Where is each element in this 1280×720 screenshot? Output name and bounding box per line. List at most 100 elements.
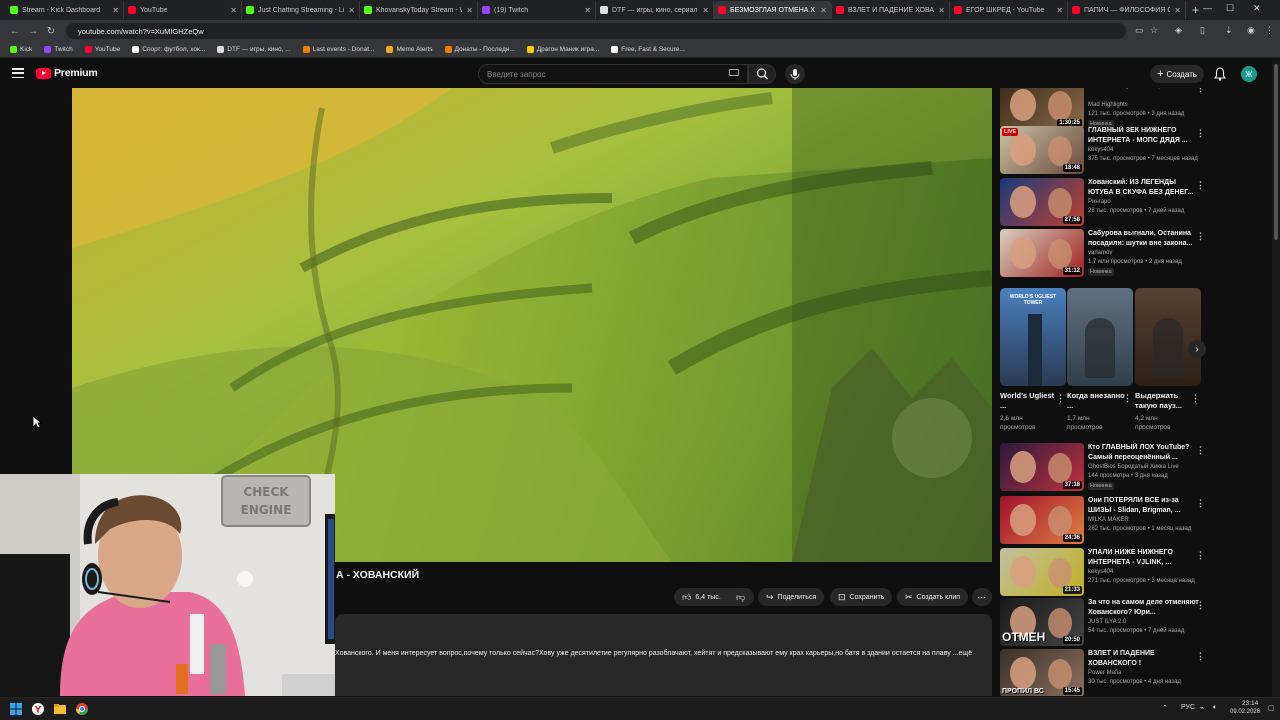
browser-tab[interactable]: ПАПИЧ — ФИЛОСОФИЯ СК ✕ bbox=[1068, 1, 1186, 19]
short-title[interactable]: World's Ugliest ... bbox=[1000, 391, 1060, 411]
maximize-button[interactable]: ☐ bbox=[1226, 3, 1234, 14]
video-thumbnail[interactable]: 21:33 bbox=[1000, 548, 1084, 596]
video-title[interactable]: ВЗЛЕТ И ПАДЕНИЕ ХОВАНСКОГО ! bbox=[1088, 649, 1200, 668]
browser-tab[interactable]: БЕЗМОЗГЛАЯ ОТМЕНА Х ✕ bbox=[714, 1, 832, 19]
video-title[interactable]: УПАЛИ НИЖЕ НИЖНЕГО ИНТЕРНЕТА - VJLINK, .… bbox=[1088, 548, 1200, 567]
menu-kebab-icon[interactable]: ⋮ bbox=[1265, 25, 1274, 36]
address-bar[interactable]: youtube.com/watch?v=XuMIGHZeQw bbox=[66, 23, 1126, 39]
bell-icon[interactable] bbox=[1214, 67, 1226, 81]
cast-icon[interactable]: ▭ bbox=[1135, 25, 1144, 36]
more-icon[interactable]: ⋮ bbox=[1196, 128, 1205, 139]
recommended-video[interactable]: 27:58 Хованский: ИЗ ЛЕГЕНДЫ ЮТУБА В СКУФА… bbox=[1000, 178, 1210, 228]
share-button[interactable]: ↪ Поделиться bbox=[758, 588, 825, 606]
bookmark-item[interactable]: Free, Fast & Secure... bbox=[607, 46, 689, 53]
tab-close-icon[interactable]: ✕ bbox=[820, 6, 827, 15]
short-thumbnail[interactable] bbox=[1135, 288, 1201, 386]
clock-date[interactable]: 09.02.2026 bbox=[1230, 709, 1260, 715]
tray-chevron-icon[interactable]: ⌃ bbox=[1162, 704, 1168, 712]
channel-name[interactable]: varlamov bbox=[1088, 250, 1112, 256]
channel-name[interactable]: JUST ILYA 2.0 bbox=[1088, 619, 1126, 625]
bookmark-item[interactable]: Twitch bbox=[40, 46, 76, 53]
recommended-video[interactable]: 21:33 УПАЛИ НИЖЕ НИЖНЕГО ИНТЕРНЕТА - VJLI… bbox=[1000, 548, 1210, 598]
browser-tab[interactable]: KhovanskyToday Stream - Wa ✕ bbox=[360, 1, 478, 19]
video-title[interactable]: ГЛАВНЫЙ ЗЕК НИЖНЕГО ИНТЕРНЕТА - МОПС ДЯД… bbox=[1088, 126, 1200, 145]
clock-time[interactable]: 23:14 bbox=[1242, 700, 1258, 707]
search-button[interactable] bbox=[748, 64, 776, 84]
more-icon[interactable]: ⋮ bbox=[1123, 393, 1132, 404]
channel-name[interactable]: MILKA MAKER bbox=[1088, 517, 1129, 523]
short-title[interactable]: Когда внезапно ... bbox=[1067, 391, 1127, 411]
reload-button[interactable]: ↻ bbox=[42, 26, 60, 37]
more-icon[interactable]: ⋮ bbox=[1196, 651, 1205, 662]
recommended-video[interactable]: 24:36 Они ПОТЕРЯЛИ ВСЕ из-за ШИЗЫ - Slida… bbox=[1000, 496, 1210, 546]
channel-name[interactable]: Mad Highlights bbox=[1088, 102, 1128, 108]
bookmark-item[interactable]: YouTube bbox=[81, 46, 125, 53]
close-window-button[interactable]: ✕ bbox=[1253, 3, 1261, 14]
file-explorer-icon[interactable] bbox=[53, 702, 67, 716]
tab-close-icon[interactable]: ✕ bbox=[702, 6, 709, 15]
video-thumbnail[interactable]: 24:36 bbox=[1000, 496, 1084, 544]
save-button[interactable]: ⊡ Сохранить bbox=[830, 588, 893, 606]
video-title[interactable]: Хованский: ИЗ ЛЕГЕНДЫ ЮТУБА В СКУФА БЕЗ … bbox=[1088, 178, 1200, 197]
video-title[interactable]: За что на самом деле отменяют Хованского… bbox=[1088, 598, 1200, 617]
browser-tab[interactable]: ВЗЛЕТ И ПАДЕНИЕ ХОВАНСК✕ bbox=[832, 1, 950, 19]
short-thumbnail[interactable] bbox=[1067, 288, 1133, 386]
scrollbar-thumb[interactable] bbox=[1274, 64, 1278, 240]
volume-icon[interactable]: 🔈︎ bbox=[1213, 704, 1217, 712]
tab-close-icon[interactable]: ✕ bbox=[1056, 6, 1063, 15]
windows-start-icon[interactable] bbox=[9, 702, 23, 716]
keyboard-icon[interactable] bbox=[729, 69, 739, 76]
bookmark-item[interactable]: DTF — игры, кино, ... bbox=[213, 46, 294, 53]
sidebar-icon[interactable]: ▯ bbox=[1200, 25, 1205, 36]
channel-name[interactable]: kekys404 bbox=[1088, 569, 1113, 575]
tab-close-icon[interactable]: ✕ bbox=[1174, 6, 1181, 15]
more-icon[interactable]: ⋮ bbox=[1196, 231, 1205, 242]
shorts-next-button[interactable]: › bbox=[1188, 340, 1206, 358]
channel-name[interactable]: GhostBios Бородатый Хикка Live bbox=[1088, 464, 1179, 470]
bookmark-item[interactable]: Kick bbox=[6, 46, 36, 53]
more-icon[interactable]: ⋮ bbox=[1056, 393, 1065, 404]
video-thumbnail[interactable]: ОТМЕН 20:50 bbox=[1000, 598, 1084, 646]
bookmark-item[interactable]: Спорт: футбол, хок... bbox=[128, 46, 209, 53]
video-thumbnail[interactable]: 37:18 bbox=[1000, 443, 1084, 491]
browser-tab[interactable]: (19) Twitch ✕ bbox=[478, 1, 596, 19]
recommended-video[interactable]: 31:12 Сабурова выгнали, Останина посадили… bbox=[1000, 229, 1210, 279]
recommended-video[interactable]: LIVE 18:48 ГЛАВНЫЙ ЗЕК НИЖНЕГО ИНТЕРНЕТА -… bbox=[1000, 126, 1210, 176]
tab-close-icon[interactable]: ✕ bbox=[112, 6, 119, 15]
recommended-video[interactable]: ОТМЕН 20:50 За что на самом деле отменяют … bbox=[1000, 598, 1210, 648]
tab-close-icon[interactable]: ✕ bbox=[938, 6, 945, 15]
more-icon[interactable]: ⋮ bbox=[1191, 393, 1200, 404]
browser-tab[interactable]: ЕГОР ШКРЕД - YouTube ✕ bbox=[950, 1, 1068, 19]
profile-icon[interactable]: ◉ bbox=[1247, 25, 1255, 36]
more-icon[interactable]: ⋮ bbox=[1196, 498, 1205, 509]
forward-button[interactable]: → bbox=[24, 26, 42, 37]
recommended-video[interactable]: 37:18 Кто ГЛАВНЫЙ ЛОХ YouTube? Самый пере… bbox=[1000, 443, 1210, 493]
channel-name[interactable]: Power Mafia bbox=[1088, 670, 1121, 676]
video-title[interactable]: Сабурова выгнали, Останина посадили: шут… bbox=[1088, 229, 1200, 248]
dislike-button[interactable]: 👎︎ bbox=[730, 588, 752, 606]
youtube-logo[interactable]: Premium bbox=[36, 67, 98, 79]
tab-close-icon[interactable]: ✕ bbox=[230, 6, 237, 15]
avatar[interactable]: Ж bbox=[1241, 66, 1257, 82]
more-icon[interactable]: ⋮ bbox=[1196, 180, 1205, 191]
recommended-video[interactable]: 1:30:25 Снимают проклятие, Алина ... Mad H… bbox=[1000, 88, 1210, 131]
bookmark-item[interactable]: Last events - Donat... bbox=[299, 46, 379, 53]
channel-name[interactable]: kekys404 bbox=[1088, 147, 1113, 153]
channel-name[interactable]: Рингаро bbox=[1088, 199, 1111, 205]
video-thumbnail[interactable]: 27:58 bbox=[1000, 178, 1084, 226]
video-thumbnail[interactable]: LIVE 18:48 bbox=[1000, 126, 1084, 174]
bookmark-item[interactable]: Meme Alerts bbox=[382, 46, 436, 53]
network-icon[interactable]: ⌁ bbox=[1200, 704, 1204, 712]
video-title[interactable]: Они ПОТЕРЯЛИ ВСЕ из-за ШИЗЫ - Slidan, Br… bbox=[1088, 496, 1200, 515]
bookmark-item[interactable]: Драгон Маник игра... bbox=[523, 46, 604, 53]
language-indicator[interactable]: РУС bbox=[1181, 704, 1195, 711]
more-icon[interactable]: ⋮ bbox=[1196, 600, 1205, 611]
create-button[interactable]: + Создать bbox=[1150, 65, 1204, 83]
tab-close-icon[interactable]: ✕ bbox=[584, 6, 591, 15]
browser-tab[interactable]: DTF — игры, кино, сериалы ✕ bbox=[596, 1, 714, 19]
more-icon[interactable]: ⋮ bbox=[1196, 550, 1205, 561]
video-thumbnail[interactable]: 1:30:25 bbox=[1000, 88, 1084, 129]
browser-tab[interactable]: Just Chatting Streaming - Live ✕ bbox=[242, 1, 360, 19]
minimize-button[interactable]: — bbox=[1203, 3, 1212, 13]
notifications-icon[interactable]: ▢ bbox=[1268, 704, 1275, 712]
